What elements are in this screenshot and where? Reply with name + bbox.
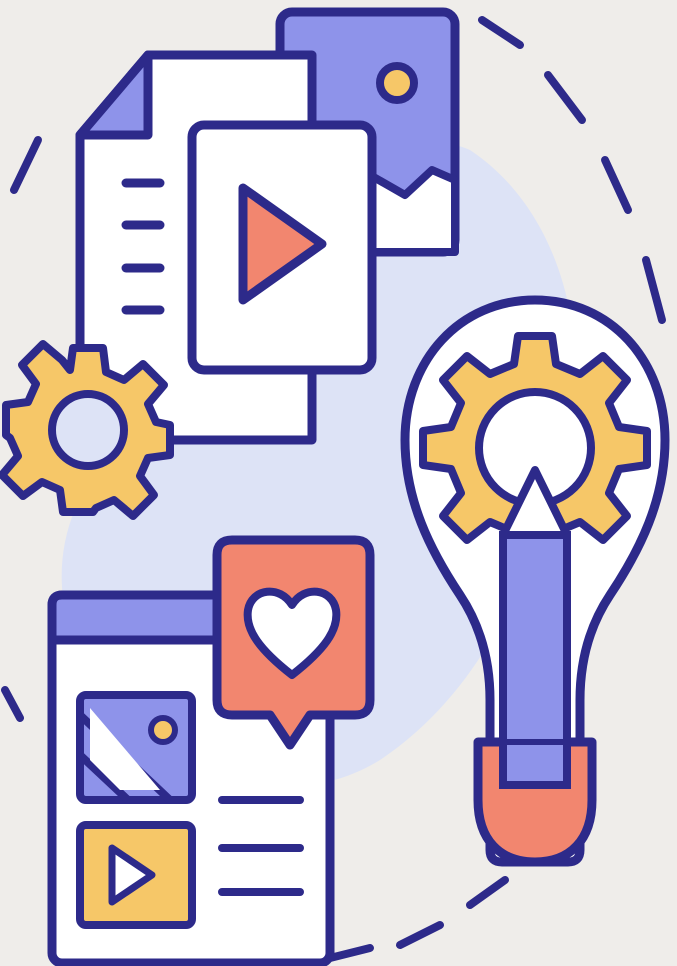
heart-speech-bubble-icon [212, 535, 375, 750]
pencil-icon [499, 466, 571, 789]
illustration-canvas [0, 0, 677, 966]
gear-icon [0, 340, 174, 520]
video-card-icon [187, 120, 377, 375]
image-thumbnail-icon [76, 691, 196, 804]
video-thumbnail-icon [76, 821, 196, 929]
sun-icon [376, 62, 418, 104]
folded-corner-icon [75, 50, 153, 140]
content-creation-illustration [0, 7, 670, 966]
